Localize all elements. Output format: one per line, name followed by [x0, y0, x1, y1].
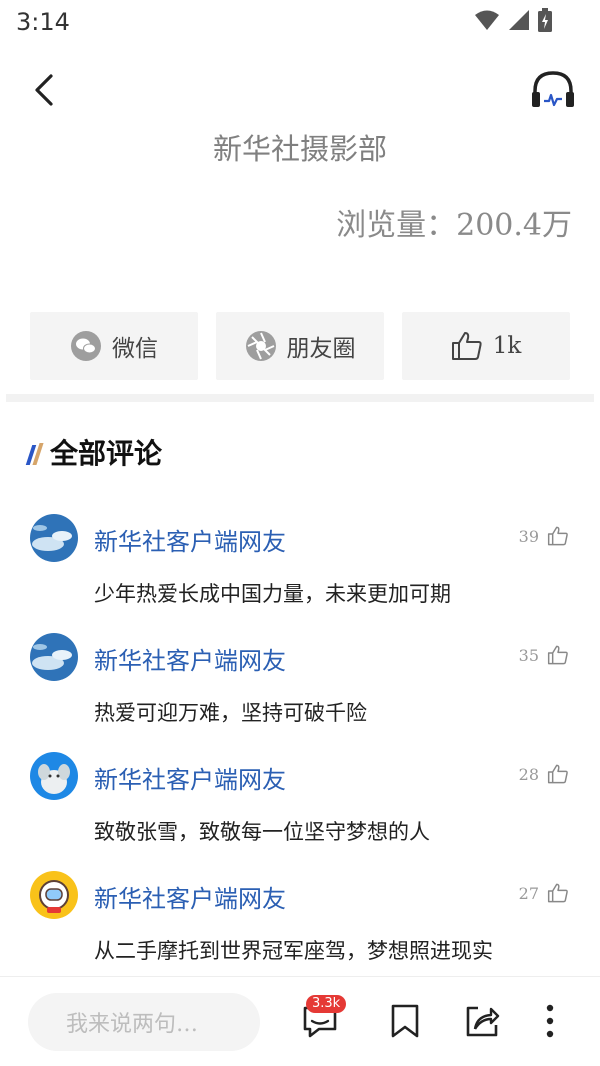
comment-count-badge: 3.3k [306, 995, 347, 1013]
section-divider [6, 394, 594, 402]
article-source: 新华社摄影部 [212, 132, 387, 166]
comment-like-button[interactable]: 27 [519, 883, 569, 903]
comment-like-count: 35 [518, 645, 539, 665]
comment-item: 新华社客户端网友 28 致敬张雪，致敬每一位坚守梦想的人 [30, 752, 575, 862]
article-scroll-area[interactable]: 新华社摄影部 浏览量：200.4万 微信 朋友圈 1k 全部评论 新华社客户端网… [0, 130, 600, 976]
comment-like-button[interactable]: 35 [519, 645, 569, 665]
article-like-count: 1k [492, 333, 522, 359]
thumbs-up-icon [547, 645, 568, 665]
comment-like-count: 39 [518, 526, 539, 546]
headphones-icon [532, 71, 574, 107]
more-options-button[interactable] [530, 1001, 570, 1041]
comment-like-button[interactable]: 39 [519, 526, 569, 546]
article-like-button[interactable]: 1k [402, 312, 570, 380]
comment-username[interactable]: 新华社客户端网友 [94, 522, 286, 557]
signal-icon [509, 10, 529, 30]
comment-text: 致敬张雪，致敬每一位坚守梦想的人 [94, 820, 430, 844]
comments-header: 全部评论 [25, 432, 163, 472]
bookmark-icon [391, 1004, 419, 1038]
section-accent-icon [25, 439, 44, 465]
thumbs-up-icon [547, 526, 568, 546]
status-time: 3:14 [16, 8, 70, 36]
comment-input-placeholder: 我来说两句… [66, 1012, 199, 1037]
comment-text: 从二手摩托到世界冠军座驾，梦想照进现实 [94, 939, 493, 963]
view-count: 浏览量：200.4万 [336, 208, 572, 243]
thumbs-up-icon [547, 883, 568, 903]
more-vertical-icon [546, 1004, 554, 1038]
back-button[interactable] [22, 68, 66, 112]
sky-avatar-icon[interactable] [30, 633, 78, 681]
status-bar: 3:14 [0, 0, 600, 48]
comment-text: 少年热爱长成中国力量，未来更加可期 [94, 582, 451, 606]
comment-username[interactable]: 新华社客户端网友 [94, 879, 286, 914]
comment-username[interactable]: 新华社客户端网友 [94, 641, 286, 676]
astronaut-avatar-icon[interactable] [30, 871, 78, 919]
share-row: 微信 朋友圈 1k [30, 312, 570, 380]
elephant-avatar-icon[interactable] [30, 752, 78, 800]
status-icons [474, 8, 552, 32]
share-moments-label: 朋友圈 [286, 336, 356, 362]
comment-input[interactable]: 我来说两句… [28, 993, 260, 1051]
wechat-icon [70, 330, 102, 362]
nav-bar [0, 48, 600, 130]
share-icon [466, 1006, 500, 1037]
share-wechat-label: 微信 [112, 336, 158, 362]
thumbs-up-icon [451, 330, 483, 362]
comment-item: 新华社客户端网友 39 少年热爱长成中国力量，未来更加可期 [30, 514, 575, 624]
comment-item: 新华社客户端网友 35 热爱可迎万难，坚持可破千险 [30, 633, 575, 743]
comment-like-count: 27 [518, 883, 539, 903]
chevron-left-icon [35, 74, 53, 106]
share-wechat-button[interactable]: 微信 [30, 312, 198, 380]
comment-like-button[interactable]: 28 [519, 764, 569, 784]
comment-text: 热爱可迎万难，坚持可破千险 [94, 701, 367, 725]
moments-icon [245, 330, 277, 362]
thumbs-up-icon [547, 764, 568, 784]
wifi-icon [475, 10, 499, 30]
comment-like-count: 28 [518, 764, 539, 784]
listen-button[interactable] [528, 64, 578, 114]
comment-username[interactable]: 新华社客户端网友 [94, 760, 286, 795]
share-button[interactable] [462, 1001, 502, 1041]
battery-icon [538, 8, 552, 32]
bottom-action-bar: 我来说两句… 3.3k [0, 976, 600, 1066]
share-moments-button[interactable]: 朋友圈 [216, 312, 384, 380]
comment-item: 新华社客户端网友 27 从二手摩托到世界冠军座驾，梦想照进现实 [30, 871, 575, 976]
bookmark-button[interactable] [385, 1001, 425, 1041]
comments-title: 全部评论 [50, 437, 163, 470]
sky-avatar-icon[interactable] [30, 514, 78, 562]
